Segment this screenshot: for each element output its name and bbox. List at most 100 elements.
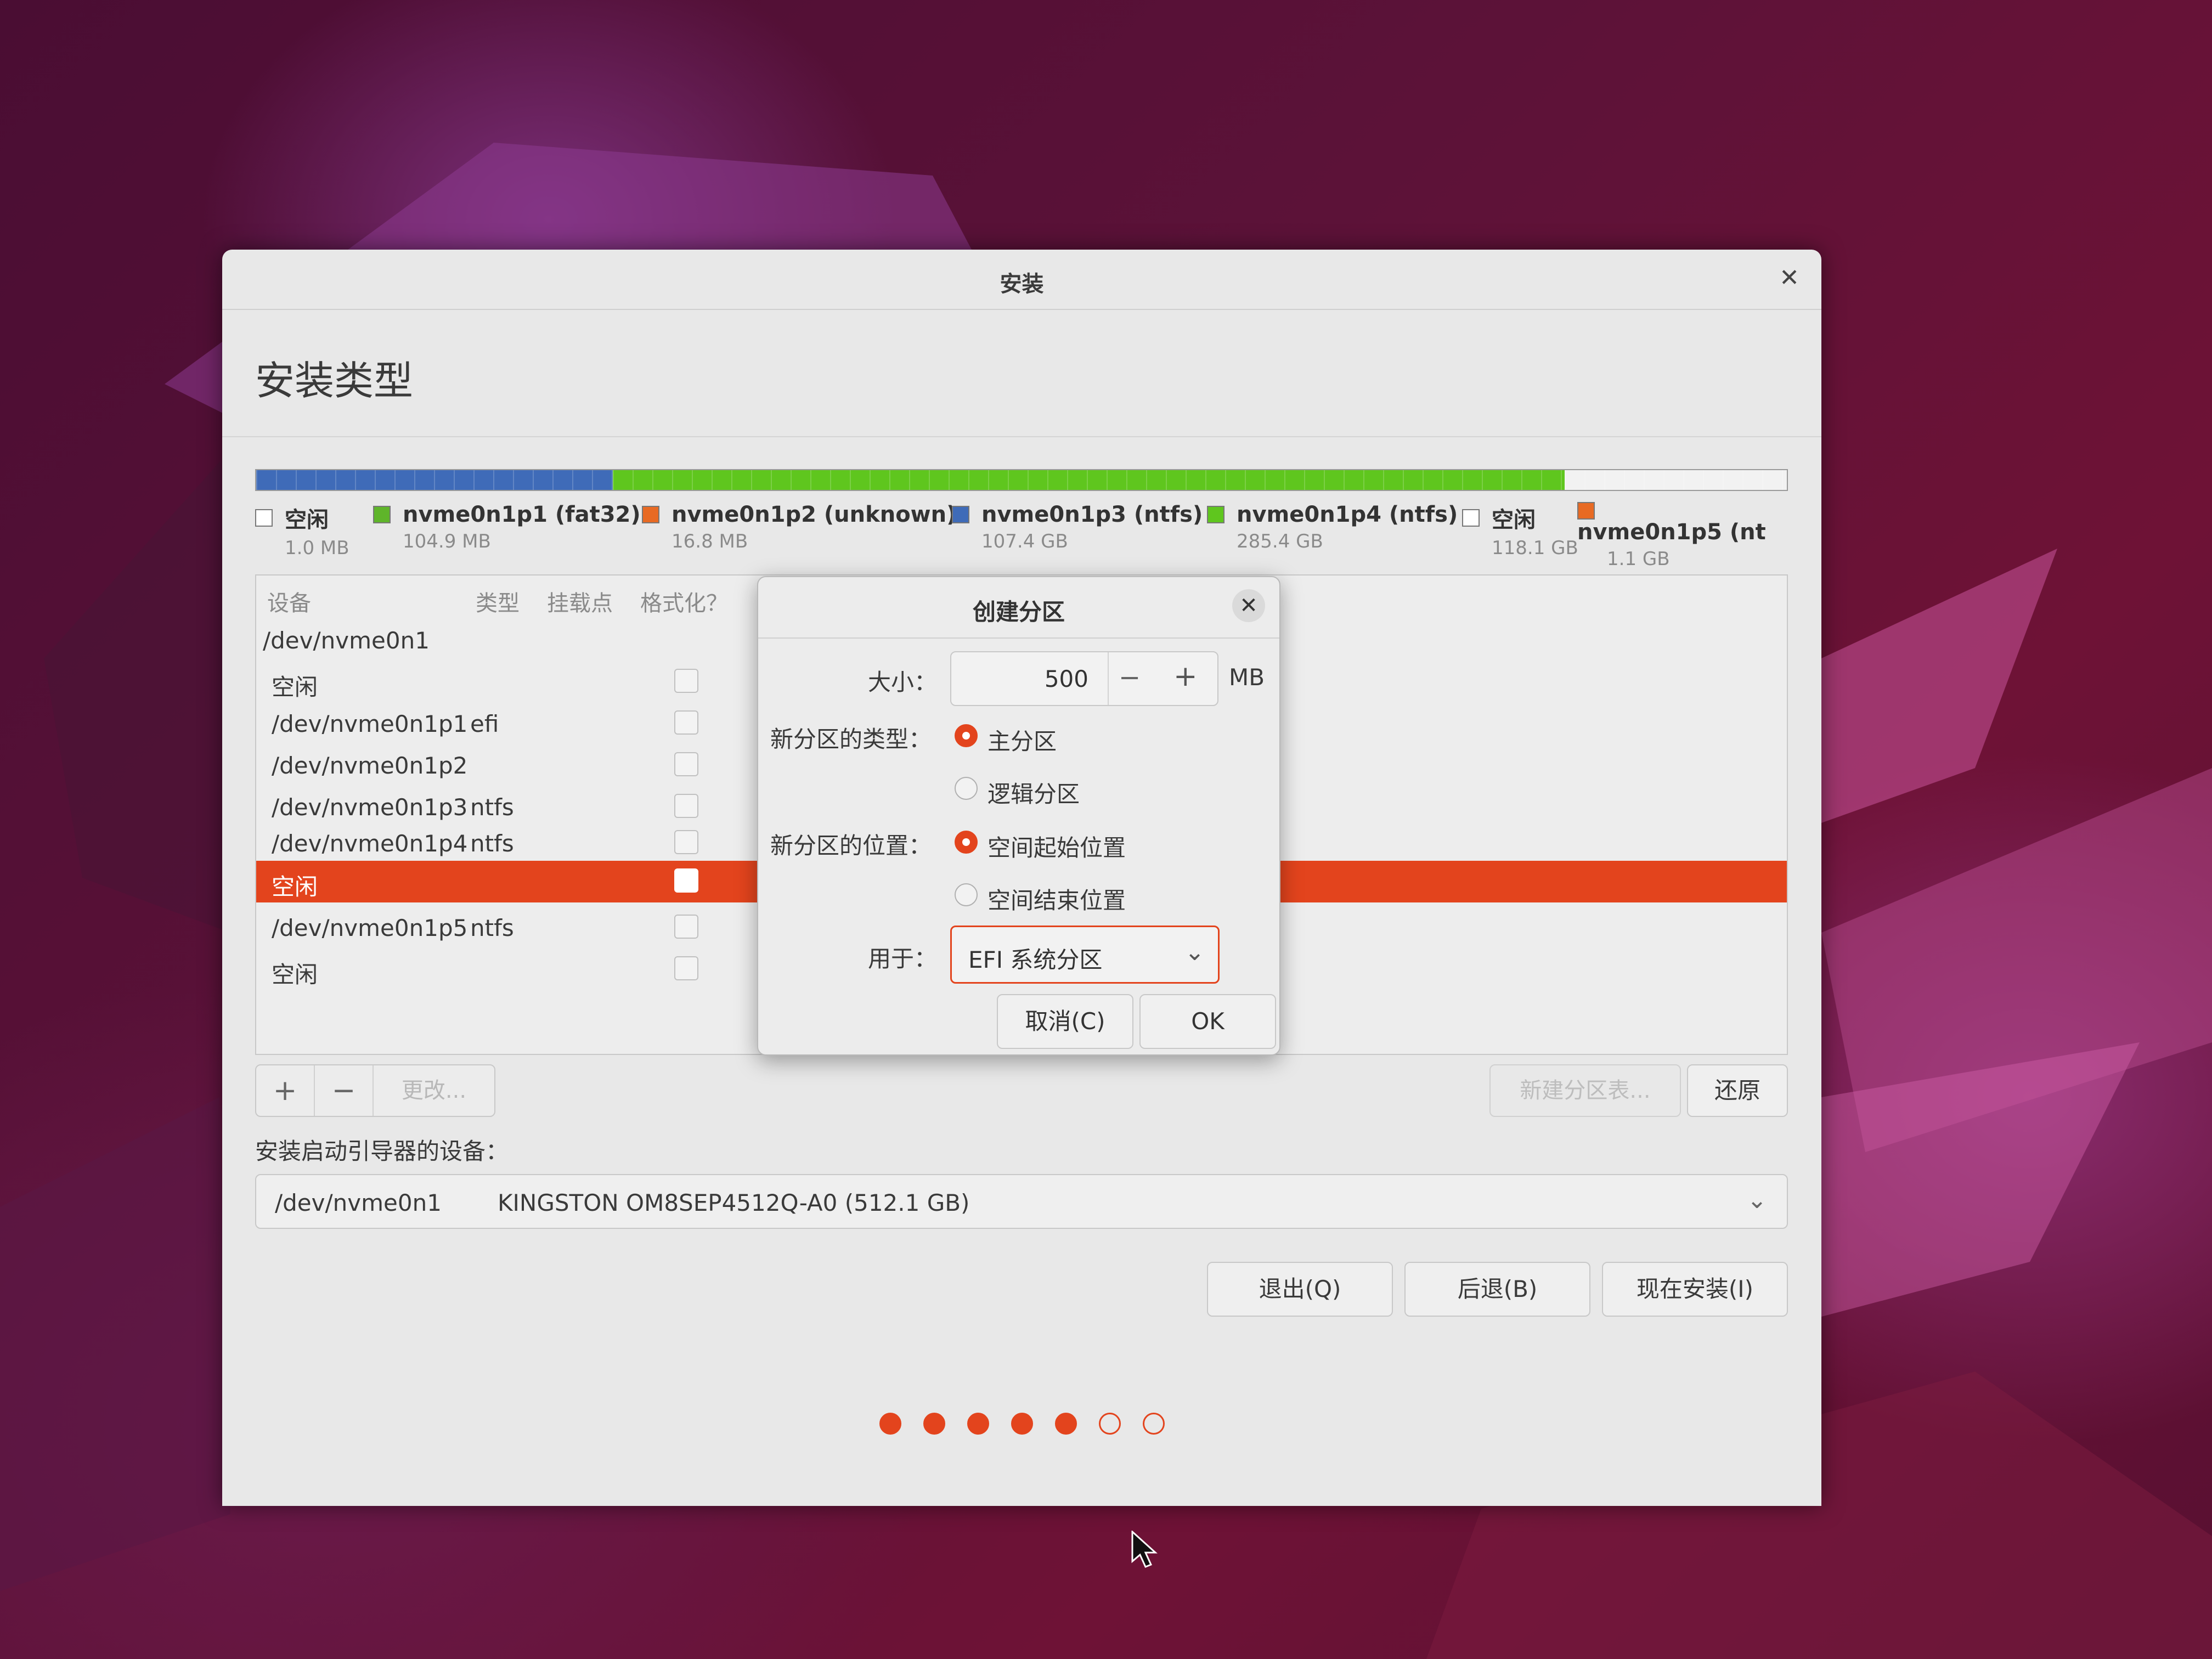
progress-dot-filled [923, 1413, 945, 1435]
legend-item: 空闲 118.1 GB [1462, 502, 1578, 559]
legend-size: 1.0 MB [285, 537, 349, 559]
location-start-label[interactable]: 空间起始位置 [988, 830, 1126, 863]
legend-name: nvme0n1p2 (unknown) [672, 502, 957, 527]
radio-primary[interactable] [955, 724, 978, 747]
partition-type: efi [470, 710, 499, 737]
divider [1108, 652, 1109, 705]
legend-size: 285.4 GB [1237, 531, 1323, 552]
partition-toolbar: + − 更改... [255, 1064, 495, 1117]
close-icon[interactable]: ✕ [1232, 589, 1265, 622]
cancel-button[interactable]: 取消(C) [997, 994, 1133, 1049]
ok-button[interactable]: OK [1139, 994, 1276, 1049]
divider [758, 637, 1279, 639]
legend-name: 空闲 [1492, 507, 1536, 533]
divider [222, 436, 1821, 437]
bootloader-device-select[interactable]: /dev/nvme0n1 KINGSTON OM8SEP4512Q-A0 (51… [255, 1174, 1788, 1229]
back-button[interactable]: 后退(B) [1404, 1262, 1590, 1317]
progress-dot-filled [1011, 1413, 1033, 1435]
legend-swatch [1462, 509, 1480, 527]
add-partition-button[interactable]: + [256, 1065, 315, 1116]
dialog-title: 创建分区 [972, 599, 1065, 625]
device-name: /dev/nvme0n1p4 [272, 830, 468, 857]
disk-usage-bar [255, 469, 1788, 491]
format-checkbox[interactable] [674, 915, 698, 939]
legend-item: nvme0n1p5 (nt 1.1 GB [1577, 502, 1786, 568]
decrement-icon[interactable]: − [1119, 662, 1141, 693]
column-header-type[interactable]: 类型 [476, 585, 520, 617]
legend-name: nvme0n1p1 (fat32) [403, 502, 641, 527]
progress-dot-filled [967, 1413, 989, 1435]
bootloader-label: 安装启动引导器的设备： [255, 1138, 509, 1165]
new-partition-table-button[interactable]: 新建分区表... [1489, 1064, 1681, 1117]
radio-location-end[interactable] [955, 883, 978, 906]
page-title: 安装类型 [255, 358, 414, 404]
format-checkbox[interactable] [674, 794, 698, 818]
type-primary-label[interactable]: 主分区 [988, 723, 1057, 757]
disk-legend: 空闲 1.0 MB nvme0n1p1 (fat32) 104.9 MB nvm… [255, 502, 1786, 568]
legend-size: 1.1 GB [1607, 548, 1670, 568]
legend-item: 空闲 1.0 MB [255, 502, 349, 559]
format-checkbox[interactable] [674, 830, 698, 854]
legend-item: nvme0n1p2 (unknown) 16.8 MB [642, 502, 956, 552]
change-partition-button[interactable]: 更改... [374, 1065, 494, 1116]
column-header-mount[interactable]: 挂载点 [547, 585, 613, 617]
revert-button[interactable]: 还原 [1687, 1064, 1788, 1117]
type-logical-label[interactable]: 逻辑分区 [988, 776, 1080, 809]
partition-type: ntfs [470, 794, 514, 821]
bootloader-device: /dev/nvme0n1 [275, 1189, 442, 1216]
device-name: 空闲 [272, 873, 318, 900]
legend-name: nvme0n1p5 (nt [1577, 520, 1766, 545]
mouse-pointer-icon [1131, 1531, 1158, 1568]
install-now-button[interactable]: 现在安装(I) [1602, 1262, 1788, 1317]
use-as-select[interactable]: EFI 系统分区 ⌄ [950, 926, 1220, 984]
remove-partition-button[interactable]: − [315, 1065, 374, 1116]
partition-type: ntfs [470, 915, 514, 941]
legend-swatch [642, 506, 659, 523]
title-bar: 安装 ✕ [222, 250, 1821, 310]
device-name: 空闲 [272, 961, 318, 988]
quit-button[interactable]: 退出(Q) [1207, 1262, 1393, 1317]
progress-dot-empty [1142, 1413, 1165, 1435]
partition-type: ntfs [470, 830, 514, 857]
legend-swatch [373, 506, 391, 523]
device-name: /dev/nvme0n1p3 [272, 794, 468, 821]
format-checkbox[interactable] [674, 956, 698, 980]
disk-segment-p3 [256, 470, 613, 490]
size-value[interactable]: 500 [951, 665, 1088, 692]
column-header-format[interactable]: 格式化？ [640, 585, 728, 617]
column-header-device[interactable]: 设备 [267, 585, 311, 617]
format-checkbox[interactable] [674, 868, 698, 893]
progress-dot-filled [879, 1413, 901, 1435]
legend-size: 107.4 GB [981, 531, 1068, 552]
legend-size: 118.1 GB [1492, 537, 1578, 559]
size-stepper[interactable]: 500 − + [950, 651, 1218, 706]
disk-segment-free [1565, 470, 1787, 490]
legend-swatch [1577, 502, 1595, 520]
use-as-label: 用于： [868, 945, 938, 972]
legend-item: nvme0n1p4 (ntfs) 285.4 GB [1207, 502, 1458, 552]
legend-name: nvme0n1p4 (ntfs) [1237, 502, 1458, 527]
create-partition-dialog: 创建分区 ✕ 大小： 500 − + MB 新分区的类型： 主分区 逻辑分区 新… [757, 576, 1280, 1056]
device-name: /dev/nvme0n1p5 [272, 915, 468, 941]
size-unit: MB [1229, 664, 1265, 691]
progress-dot-filled [1054, 1413, 1077, 1435]
format-checkbox[interactable] [674, 752, 698, 776]
increment-icon[interactable]: + [1173, 660, 1198, 693]
chevron-down-icon: ⌄ [1747, 1186, 1767, 1214]
radio-location-start[interactable] [955, 831, 978, 854]
legend-item: nvme0n1p3 (ntfs) 107.4 GB [952, 502, 1203, 552]
progress-dots [222, 1413, 1821, 1437]
radio-logical[interactable] [955, 777, 978, 800]
device-name: /dev/nvme0n1 [263, 627, 430, 654]
format-checkbox[interactable] [674, 710, 698, 735]
window-title: 安装 [1000, 272, 1044, 297]
location-label: 新分区的位置： [770, 832, 932, 859]
close-icon[interactable]: ✕ [1779, 264, 1799, 292]
progress-dot-empty [1098, 1413, 1121, 1435]
format-checkbox[interactable] [674, 669, 698, 693]
legend-item: nvme0n1p1 (fat32) 104.9 MB [373, 502, 641, 552]
bootloader-model: KINGSTON OM8SEP4512Q-A0 (512.1 GB) [498, 1189, 970, 1216]
location-end-label[interactable]: 空间结束位置 [988, 882, 1126, 916]
legend-swatch [952, 506, 969, 523]
device-name: /dev/nvme0n1p1 [272, 710, 468, 737]
